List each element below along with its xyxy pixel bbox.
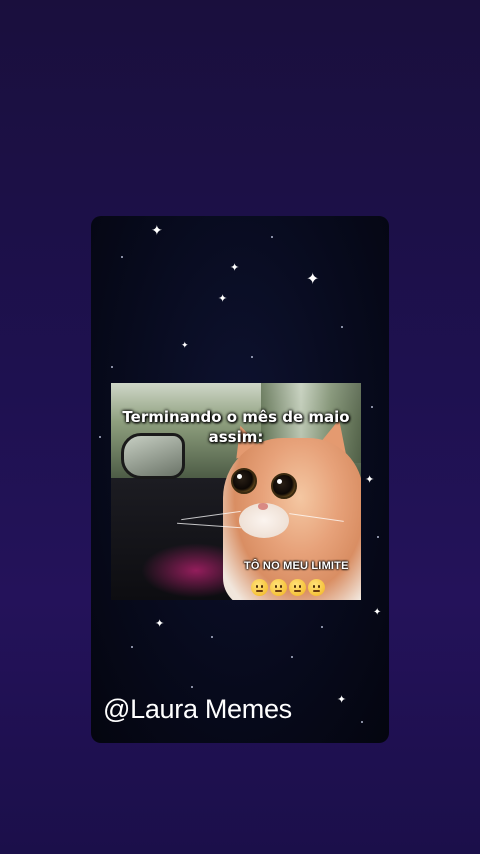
cat-eye-right xyxy=(271,473,297,499)
star-dot xyxy=(377,536,379,538)
sparkle-star-icon: ✦ xyxy=(151,223,163,239)
sparkle-star-icon: ✦ xyxy=(365,473,375,486)
unamused-face-icon xyxy=(308,579,325,596)
sparkle-star-icon: ✦ xyxy=(337,693,347,706)
pleading-face-icon xyxy=(270,579,287,596)
sticker-text: TÔ NO MEU LIMITE xyxy=(244,560,349,572)
star-dot xyxy=(371,406,373,408)
watermark-handle: @Laura Memes xyxy=(103,694,292,724)
star-dot xyxy=(99,436,101,438)
video-card[interactable]: ✦ ✦ ✦ ✦ ✦ ✦ ✦ ✦ ✦ Terminando o mês de ma… xyxy=(91,216,389,743)
star-dot xyxy=(251,356,253,358)
star-dot xyxy=(271,236,273,238)
sparkle-star-icon: ✦ xyxy=(373,607,382,618)
star-dot xyxy=(361,721,363,723)
thinking-face-icon xyxy=(251,579,268,596)
sparkle-star-icon: ✦ xyxy=(218,292,228,305)
cat-eye-left xyxy=(231,468,257,494)
emoji-row xyxy=(251,579,325,596)
star-dot xyxy=(121,256,123,258)
star-dot xyxy=(291,656,293,658)
star-dot xyxy=(191,686,193,688)
sparkle-star-icon: ✦ xyxy=(181,341,189,351)
star-dot xyxy=(211,636,213,638)
meme-image: Terminando o mês de maio assim: TÔ NO ME… xyxy=(111,383,361,600)
star-dot xyxy=(341,326,343,328)
sparkle-star-icon: ✦ xyxy=(306,269,320,288)
star-dot xyxy=(321,626,323,628)
star-dot xyxy=(111,366,113,368)
cat-nose xyxy=(258,503,268,510)
sparkle-star-icon: ✦ xyxy=(230,261,240,274)
meme-caption: Terminando o mês de maio assim: xyxy=(122,408,350,446)
star-dot xyxy=(131,646,133,648)
sparkle-star-icon: ✦ xyxy=(155,617,165,630)
worried-face-icon xyxy=(289,579,306,596)
